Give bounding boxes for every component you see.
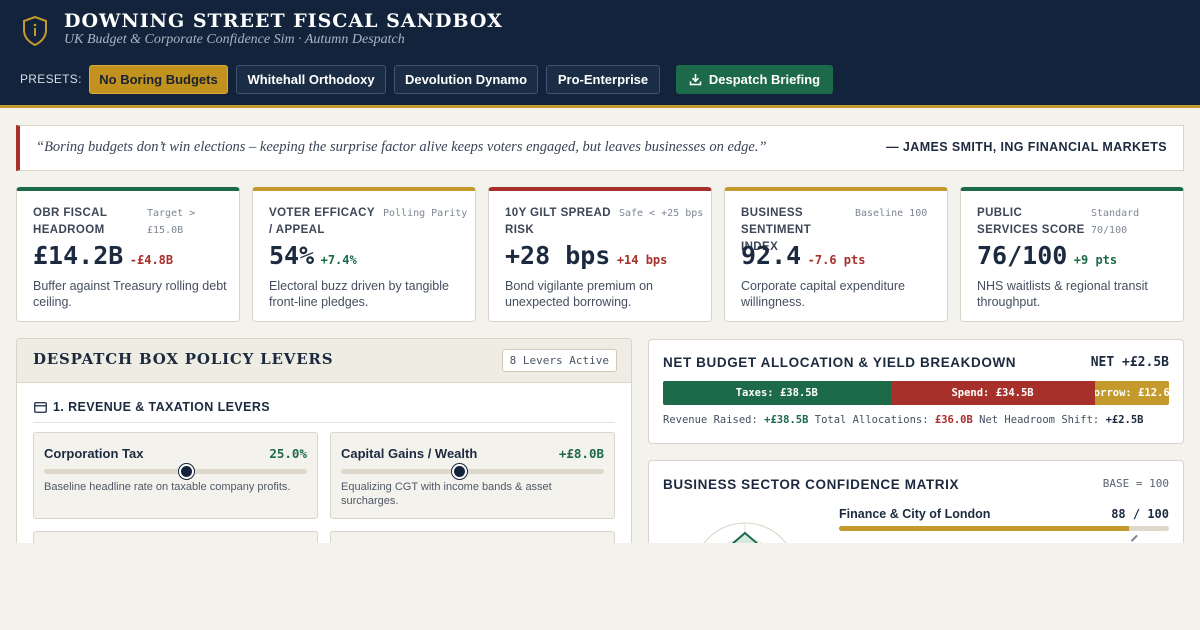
headroom-label: Net Headroom Shift: — [979, 414, 1100, 426]
lever-description: Baseline headline rate on taxable compan… — [44, 481, 291, 493]
kpi-value: 92.4 — [741, 241, 802, 270]
download-icon — [689, 74, 702, 86]
app-header: DOWNING STREET FISCAL SANDBOX UK Budget … — [0, 0, 1200, 108]
despatch-briefing-button[interactable]: Despatch Briefing — [676, 65, 833, 94]
page-background — [0, 543, 1200, 630]
sector-row-finance: Finance & City of London 88 / 100 — [839, 507, 1169, 547]
despatch-briefing-label: Despatch Briefing — [708, 72, 821, 87]
kpi-description: Electoral buzz driven by tangible front-… — [269, 279, 449, 309]
confidence-panel-title: BUSINESS SECTOR CONFIDENCE MATRIX — [663, 477, 960, 492]
allocations-label: Total Allocations: — [814, 414, 929, 426]
quote-author: — JAMES SMITH, ING FINANCIAL MARKETS — [886, 140, 1167, 154]
kpi-description: Corporate capital expenditure willingnes… — [741, 279, 905, 309]
sector-name: Finance & City of London — [839, 507, 991, 521]
presets-label: PRESETS: — [20, 72, 82, 86]
kpi-target: Polling Parity — [383, 208, 468, 219]
budget-allocation-panel: NET BUDGET ALLOCATION & YIELD BREAKDOWN … — [648, 339, 1184, 444]
quote-text: “Boring budgets don’t win elections – ke… — [36, 139, 767, 155]
preset-button-pro-enterprise[interactable]: Pro-Enterprise — [546, 65, 660, 94]
budget-segment-borrow: Borrow: £12.6B — [1094, 381, 1169, 405]
sector-score-fill — [839, 526, 1130, 531]
lever-corporation-tax: Corporation Tax 25.0% Baseline headline … — [33, 432, 318, 519]
preset-button-no-boring-budgets[interactable]: No Boring Budgets — [89, 65, 228, 94]
kpi-delta: -£4.8B — [129, 253, 174, 267]
kpi-label: 10Y GILT SPREAD RISK — [505, 207, 611, 236]
app-title: DOWNING STREET FISCAL SANDBOX — [64, 10, 503, 32]
policy-levers-title: DESPATCH BOX POLICY LEVERS — [33, 350, 334, 368]
revenue-section-header[interactable]: 1. REVENUE & TAXATION LEVERS — [33, 399, 615, 423]
budget-footer: Revenue Raised: +£38.5B Total Allocation… — [663, 414, 1144, 426]
lever-name: Corporation Tax — [44, 446, 144, 461]
sector-score-track — [839, 526, 1169, 531]
sector-score: 88 / 100 — [1111, 507, 1169, 521]
allocations-value: £36.0B — [934, 414, 973, 426]
budget-segment-taxes: Taxes: £38.5B — [663, 381, 891, 405]
budget-panel-title: NET BUDGET ALLOCATION & YIELD BREAKDOWN — [663, 355, 1017, 370]
lever-value: +£8.0B — [558, 446, 604, 461]
policy-levers-header: DESPATCH BOX POLICY LEVERS 8 Levers Acti… — [17, 339, 631, 383]
kpi-label: PUBLIC SERVICES SCORE — [977, 207, 1085, 236]
revenue-section-title: 1. REVENUE & TAXATION LEVERS — [53, 400, 271, 414]
kpi-label: VOTER EFFICACY / APPEAL — [269, 207, 375, 236]
lever-slider-track[interactable] — [44, 464, 307, 479]
kpi-card-voter-efficacy: VOTER EFFICACY / APPEAL Polling Parity 5… — [252, 187, 476, 322]
kpi-delta: +7.4% — [320, 253, 357, 267]
confidence-base-label: BASE = 100 — [1102, 477, 1169, 490]
shield-icon — [23, 16, 47, 46]
kpi-card-fiscal-headroom: OBR FISCAL HEADROOM Target > £15.0B £14.… — [16, 187, 240, 322]
kpi-target: Baseline 100 — [855, 208, 928, 219]
lever-description: Equalizing CGT with income bands & asset… — [341, 481, 552, 507]
kpi-description: Bond vigilante premium on unexpected bor… — [505, 279, 653, 309]
lever-name: Capital Gains / Wealth — [341, 446, 478, 461]
kpi-label: OBR FISCAL HEADROOM — [33, 207, 108, 236]
kpi-delta: +14 bps — [616, 253, 668, 267]
kpi-target: Standard 70/100 — [1091, 208, 1140, 236]
kpi-value: 54% — [269, 241, 315, 270]
budget-segment-spend: Spend: £34.5B — [890, 381, 1095, 405]
preset-button-whitehall-orthodoxy[interactable]: Whitehall Orthodoxy — [236, 65, 386, 94]
next-sector-chevron-icon — [1130, 534, 1140, 544]
kpi-value: £14.2B — [33, 241, 124, 270]
lever-capital-gains: Capital Gains / Wealth +£8.0B Equalizing… — [330, 432, 615, 519]
kpi-target: Safe < +25 bps — [619, 208, 704, 219]
quote-banner: “Boring budgets don’t win elections – ke… — [16, 125, 1184, 171]
kpi-description: NHS waitlists & regional transit through… — [977, 279, 1148, 309]
kpi-delta: +9 pts — [1073, 253, 1118, 267]
lever-slider-thumb[interactable] — [452, 464, 468, 479]
wallet-icon — [34, 402, 47, 413]
kpi-value: +28 bps — [505, 241, 611, 270]
revenue-value: +£38.5B — [764, 414, 809, 426]
headroom-value: +£2.5B — [1105, 414, 1144, 426]
kpi-target: Target > £15.0B — [147, 208, 196, 236]
kpi-card-gilt-spread: 10Y GILT SPREAD RISK Safe < +25 bps +28 … — [488, 187, 712, 322]
kpi-card-public-services: PUBLIC SERVICES SCORE Standard 70/100 76… — [960, 187, 1184, 322]
budget-net-value: NET +£2.5B — [1090, 355, 1169, 370]
app-subtitle: UK Budget & Corporate Confidence Sim · A… — [64, 32, 405, 47]
policy-levers-panel: DESPATCH BOX POLICY LEVERS 8 Levers Acti… — [16, 338, 632, 558]
revenue-label: Revenue Raised: — [663, 414, 758, 426]
budget-stacked-bar: Taxes: £38.5B Spend: £34.5B Borrow: £12.… — [663, 381, 1169, 405]
lever-value: 25.0% — [269, 446, 307, 461]
kpi-card-business-sentiment: BUSINESS SENTIMENT INDEX Baseline 100 92… — [724, 187, 948, 322]
kpi-value: 76/100 — [977, 241, 1068, 270]
kpi-delta: -7.6 pts — [807, 253, 866, 267]
lever-slider-thumb[interactable] — [179, 464, 195, 479]
preset-button-devolution-dynamo[interactable]: Devolution Dynamo — [394, 65, 538, 94]
lever-slider-track[interactable] — [341, 464, 604, 479]
levers-active-badge: 8 Levers Active — [501, 349, 617, 372]
kpi-description: Buffer against Treasury rolling debt cei… — [33, 279, 227, 309]
